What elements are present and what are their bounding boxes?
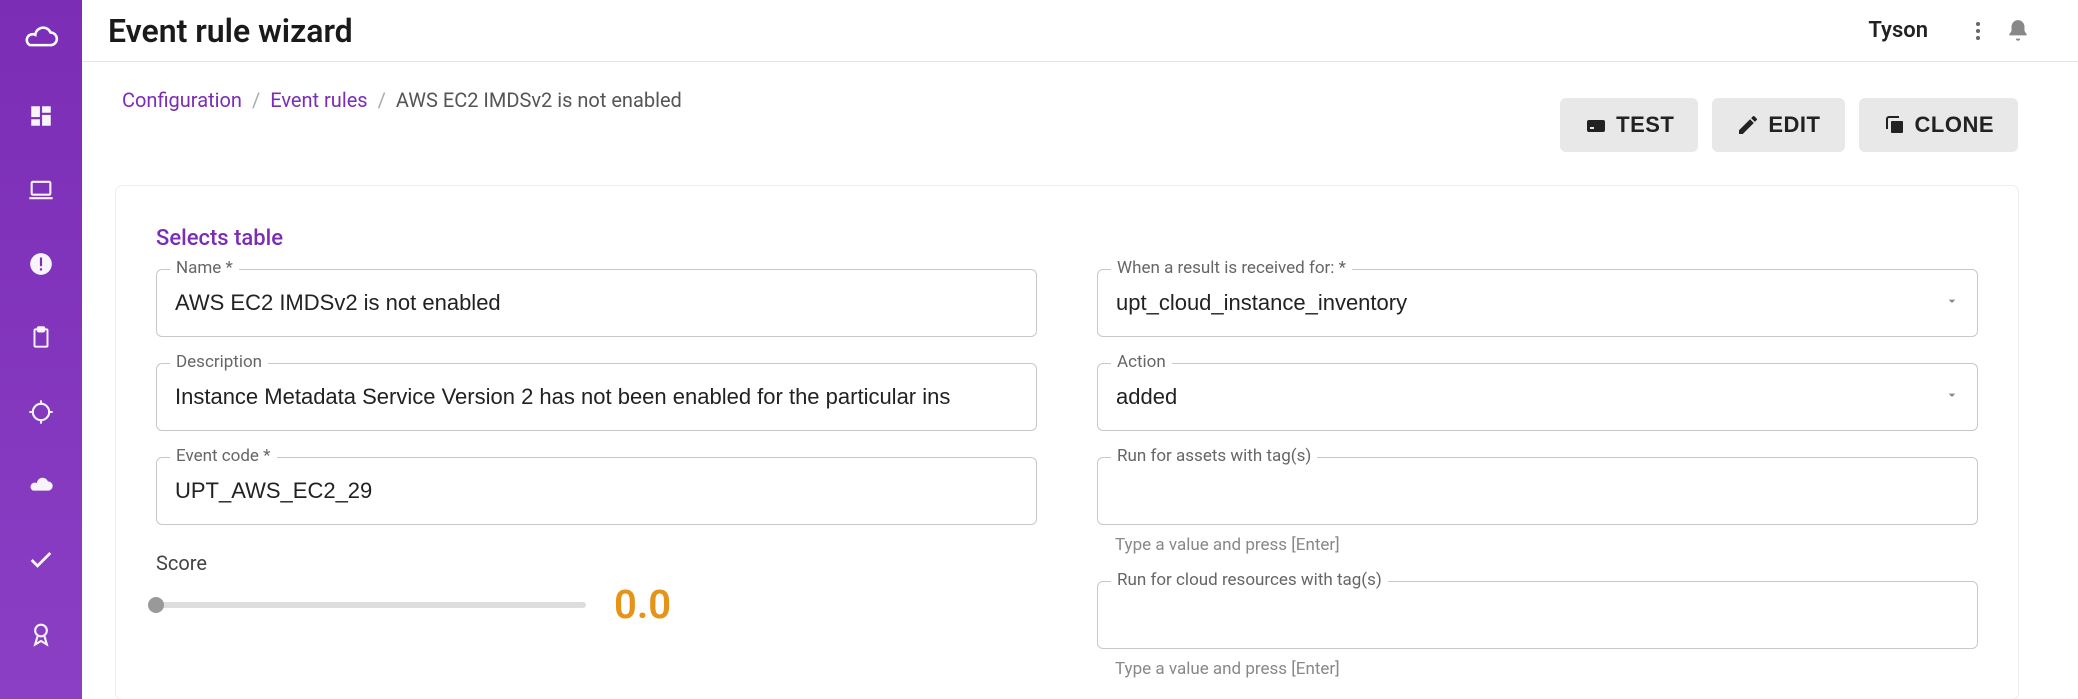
description-field: Description — [156, 363, 1037, 431]
bell-icon[interactable] — [1998, 11, 2038, 51]
form-right-column: When a result is received for: * Action — [1097, 269, 1978, 679]
clone-button[interactable]: CLONE — [1859, 98, 2019, 152]
topbar: Event rule wizard Tyson — [82, 0, 2078, 62]
cloud-tags-input[interactable] — [1097, 581, 1978, 649]
name-input[interactable] — [156, 269, 1037, 337]
alert-icon[interactable] — [21, 244, 61, 284]
action-field: Action — [1097, 363, 1978, 431]
laptop-icon[interactable] — [21, 170, 61, 210]
user-name[interactable]: Tyson — [1868, 18, 1928, 43]
cloud-tags-field: Run for cloud resources with tag(s) — [1097, 581, 1978, 649]
event-code-label: Event code * — [170, 446, 277, 466]
dashboard-icon[interactable] — [21, 96, 61, 136]
assets-tags-label: Run for assets with tag(s) — [1111, 446, 1317, 466]
assets-tags-field: Run for assets with tag(s) — [1097, 457, 1978, 525]
score-value: 0.0 — [614, 581, 671, 628]
description-label: Description — [170, 352, 268, 372]
breadcrumb-configuration[interactable]: Configuration — [122, 88, 242, 112]
when-label: When a result is received for: * — [1111, 258, 1352, 278]
name-label: Name * — [170, 258, 239, 278]
form-card: Selects table Name * Description Event c… — [116, 186, 2018, 699]
when-select[interactable] — [1097, 269, 1978, 337]
page-title: Event rule wizard — [108, 12, 353, 50]
test-button[interactable]: TEST — [1560, 98, 1698, 152]
form-left-column: Name * Description Event code * Score — [156, 269, 1037, 679]
assets-tags-hint: Type a value and press [Enter] — [1115, 535, 1978, 555]
description-input[interactable] — [156, 363, 1037, 431]
test-icon — [1584, 113, 1608, 137]
selects-table-heading: Selects table — [156, 226, 1978, 251]
slider-thumb[interactable] — [148, 597, 164, 613]
edit-button[interactable]: EDIT — [1712, 98, 1844, 152]
clone-button-label: CLONE — [1915, 112, 1995, 138]
target-icon[interactable] — [21, 392, 61, 432]
logo-cloud-icon — [21, 22, 61, 62]
main: Event rule wizard Tyson Configuration / … — [82, 0, 2078, 699]
action-select[interactable] — [1097, 363, 1978, 431]
breadcrumb-event-rules[interactable]: Event rules — [270, 88, 367, 112]
clone-icon — [1883, 113, 1907, 137]
test-button-label: TEST — [1616, 112, 1674, 138]
cloud-tags-hint: Type a value and press [Enter] — [1115, 659, 1978, 679]
breadcrumb-current: AWS EC2 IMDSv2 is not enabled — [396, 88, 682, 112]
clipboard-icon[interactable] — [21, 318, 61, 358]
name-field: Name * — [156, 269, 1037, 337]
assets-tags-input[interactable] — [1097, 457, 1978, 525]
event-code-input[interactable] — [156, 457, 1037, 525]
event-code-field: Event code * — [156, 457, 1037, 525]
action-label: Action — [1111, 352, 1172, 372]
score-section: Score 0.0 — [156, 551, 1037, 628]
cloud-icon[interactable] — [21, 466, 61, 506]
header-row: Configuration / Event rules / AWS EC2 IM… — [82, 62, 2078, 152]
action-buttons: TEST EDIT CLONE — [1560, 98, 2018, 152]
edit-button-label: EDIT — [1768, 112, 1820, 138]
award-icon[interactable] — [21, 614, 61, 654]
breadcrumb-separator: / — [378, 88, 386, 112]
sidebar — [0, 0, 82, 699]
kebab-menu-icon[interactable] — [1958, 11, 1998, 51]
when-field: When a result is received for: * — [1097, 269, 1978, 337]
breadcrumb-separator: / — [252, 88, 260, 112]
cloud-tags-label: Run for cloud resources with tag(s) — [1111, 570, 1388, 590]
edit-icon — [1736, 113, 1760, 137]
score-slider[interactable] — [156, 602, 586, 608]
score-label: Score — [156, 551, 1037, 575]
breadcrumb: Configuration / Event rules / AWS EC2 IM… — [122, 88, 682, 112]
check-icon[interactable] — [21, 540, 61, 580]
